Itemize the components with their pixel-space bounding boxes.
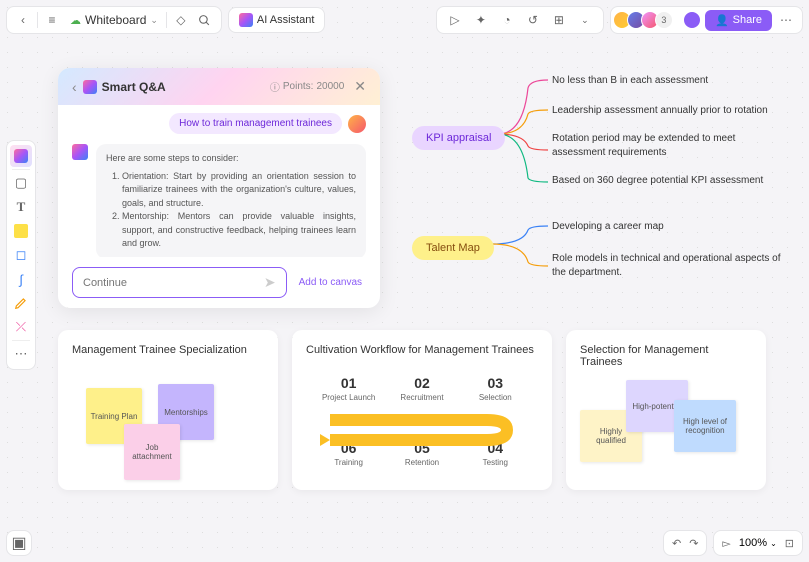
send-icon[interactable]: ➤ xyxy=(264,274,276,291)
card-title: Cultivation Workflow for Management Trai… xyxy=(306,344,538,356)
user-message: How to train management trainees xyxy=(72,113,366,134)
fit-view-button[interactable]: ⊡ xyxy=(785,537,794,550)
collaborator-avatars[interactable]: 3 xyxy=(617,11,673,29)
comment-button[interactable]: ◔ xyxy=(497,10,517,30)
card-title: Selection for Management Trainees xyxy=(580,344,752,368)
ai-tool[interactable] xyxy=(10,145,32,167)
sticky-note[interactable]: Job attachment xyxy=(124,424,180,480)
mindmap-leaf[interactable]: Role models in technical and operational… xyxy=(552,252,782,280)
avatar-overflow: 3 xyxy=(655,11,673,29)
layers-button[interactable]: ▣ xyxy=(6,530,32,556)
share-icon: 👤 xyxy=(715,14,729,27)
text-tool[interactable]: T xyxy=(10,196,32,218)
workflow-card[interactable]: Cultivation Workflow for Management Trai… xyxy=(292,330,552,490)
kpi-node[interactable]: KPI appraisal xyxy=(412,126,505,150)
ai-logo-icon xyxy=(83,80,97,94)
ai-message: Here are some steps to consider: Orienta… xyxy=(72,144,366,257)
qa-body: How to train management trainees Here ar… xyxy=(58,105,380,257)
sticky-tool[interactable] xyxy=(10,220,32,242)
card-title: Management Trainee Specialization xyxy=(72,344,264,356)
workflow-diagram: 01Project Launch 02Recruitment 03Selecti… xyxy=(312,375,532,467)
magic-button[interactable]: ✦ xyxy=(471,10,491,30)
chart-button[interactable]: ⊞ xyxy=(549,10,569,30)
more-tools[interactable]: ⋯ xyxy=(10,343,32,365)
history-button[interactable]: ↺ xyxy=(523,10,543,30)
frame-tool[interactable]: ▢ xyxy=(10,172,32,194)
talent-node[interactable]: Talent Map xyxy=(412,236,494,260)
more-dropdown[interactable]: ⌄ xyxy=(575,10,595,30)
mindmap-leaf[interactable]: Based on 360 degree potential KPI assess… xyxy=(552,174,782,188)
ai-icon xyxy=(14,149,28,163)
qa-input-wrapper: ➤ xyxy=(72,267,287,298)
workspace-name: Whiteboard xyxy=(85,13,146,27)
ai-assistant-button[interactable]: AI Assistant xyxy=(228,7,325,33)
cloud-sync-icon: ☁ xyxy=(70,14,81,27)
ai-message-text: Here are some steps to consider: Orienta… xyxy=(96,144,366,257)
chevron-down-icon: ⌄ xyxy=(150,15,158,26)
pen-tool[interactable] xyxy=(10,292,32,314)
qa-points: ⓘ Points: 20000 xyxy=(270,79,344,94)
mindmap-leaf[interactable]: Developing a career map xyxy=(552,220,782,234)
ai-avatar-icon xyxy=(72,144,88,160)
mindmap-leaf[interactable]: No less than B in each assessment xyxy=(552,74,782,88)
play-button[interactable]: ▷ xyxy=(445,10,465,30)
cursor-tool[interactable]: ▻ xyxy=(722,537,730,550)
search-button[interactable] xyxy=(195,10,215,30)
user-avatar xyxy=(348,115,366,133)
menu-button[interactable]: ≡ xyxy=(42,10,62,30)
connector-tool[interactable]: ∫ xyxy=(10,268,32,290)
smart-qa-panel: ‹ Smart Q&A ⓘ Points: 20000 ✕ How to tra… xyxy=(58,68,380,308)
left-toolbar: ▢ T ◻ ∫ ⤫ ⋯ xyxy=(6,140,36,370)
selection-card[interactable]: Selection for Management Trainees Highly… xyxy=(566,330,766,490)
workflow-step: 01Project Launch xyxy=(314,375,384,402)
qa-header: ‹ Smart Q&A ⓘ Points: 20000 ✕ xyxy=(58,68,380,105)
undo-button[interactable]: ↶ xyxy=(672,537,681,550)
redo-button[interactable]: ↷ xyxy=(689,537,698,550)
qa-title: Smart Q&A xyxy=(83,80,166,94)
add-to-canvas-button[interactable]: Add to canvas xyxy=(295,271,366,294)
workflow-step: 02Recruitment xyxy=(387,375,457,402)
qa-input[interactable] xyxy=(83,277,264,289)
more-button[interactable]: ⋯ xyxy=(776,10,796,30)
ai-logo-icon xyxy=(239,13,253,27)
workspace-dropdown[interactable]: ☁ Whiteboard ⌄ xyxy=(66,13,162,27)
qa-back-button[interactable]: ‹ xyxy=(72,79,77,95)
mindmap-leaf[interactable]: Rotation period may be extended to meet … xyxy=(552,132,782,160)
share-button[interactable]: 👤 Share xyxy=(705,10,772,31)
workflow-step: 03Selection xyxy=(460,375,530,402)
back-button[interactable]: ‹ xyxy=(13,10,33,30)
header-left-group: ‹ ≡ ☁ Whiteboard ⌄ ◇ xyxy=(6,6,222,34)
specialization-card[interactable]: Management Trainee Specialization Traini… xyxy=(58,330,278,490)
current-user-avatar[interactable] xyxy=(683,11,701,29)
zoom-level[interactable]: 100% ⌄ xyxy=(739,537,777,549)
shape-tool[interactable]: ◻ xyxy=(10,244,32,266)
tag-button[interactable]: ◇ xyxy=(171,10,191,30)
mindmap-tool[interactable]: ⤫ xyxy=(10,316,32,338)
info-icon: ⓘ xyxy=(270,79,280,94)
qa-close-button[interactable]: ✕ xyxy=(354,78,366,95)
sticky-note[interactable]: High level of recognition xyxy=(674,400,736,452)
mindmap-leaf[interactable]: Leadership assessment annually prior to … xyxy=(552,104,782,118)
workflow-arrow xyxy=(312,410,532,450)
